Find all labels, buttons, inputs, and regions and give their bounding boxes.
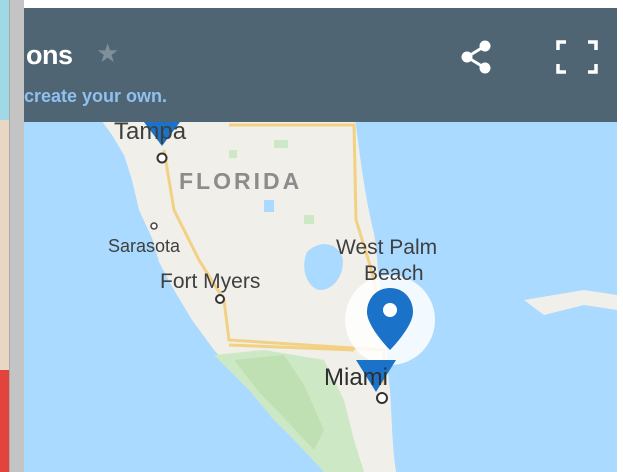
- left-panel-strip: [0, 0, 24, 472]
- city-label-miami: Miami: [324, 364, 388, 391]
- map-title: ons: [26, 40, 73, 70]
- city-dot-miami: [376, 392, 388, 404]
- city-label-sarasota: Sarasota: [108, 236, 181, 256]
- city-dot-tampa: [156, 152, 168, 164]
- create-your-own-link[interactable]: create your own.: [24, 86, 167, 107]
- share-icon: [461, 40, 491, 74]
- share-button[interactable]: [459, 38, 493, 76]
- fullscreen-button[interactable]: [554, 38, 600, 76]
- fullscreen-icon: [556, 40, 598, 74]
- map-header: ons ★ create your own.: [24, 0, 617, 122]
- star-icon[interactable]: ★: [96, 38, 119, 69]
- city-label-west-palm: West Palm: [336, 236, 438, 259]
- state-label: FLORIDA: [179, 168, 303, 194]
- screen: Tampa FLORIDA Sarasota West Palm Beach F…: [0, 0, 623, 472]
- header-top-band: [24, 0, 617, 8]
- scrollbar[interactable]: [9, 0, 24, 472]
- city-dot-fort-myers: [215, 294, 225, 304]
- city-label-west-palm-beach: Beach: [364, 262, 424, 285]
- city-label-fort-myers: Fort Myers: [160, 270, 261, 293]
- right-edge: [617, 0, 623, 472]
- city-label-tampa: Tampa: [114, 118, 187, 145]
- city-dot-sarasota: [150, 222, 158, 230]
